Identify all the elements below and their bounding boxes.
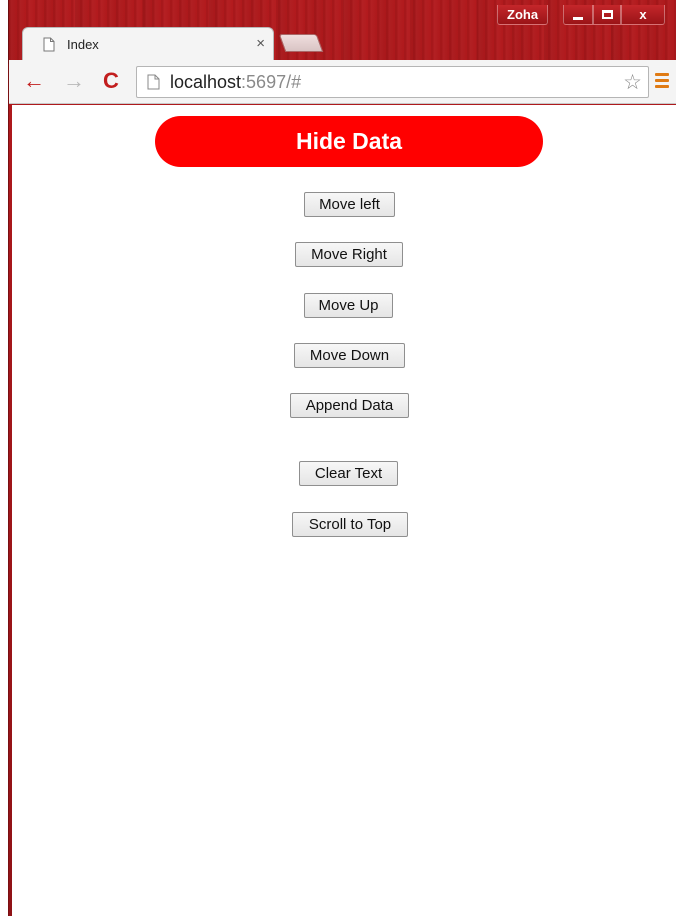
window-close-button[interactable]: x (621, 5, 665, 25)
scroll-to-top-button[interactable]: Scroll to Top (292, 512, 408, 537)
url-port-path: :5697/# (241, 72, 302, 92)
append-data-button[interactable]: Append Data (290, 393, 409, 418)
tab-close-icon[interactable]: × (256, 35, 265, 52)
reload-icon[interactable]: C (103, 68, 119, 94)
browser-toolbar: ← → C localhost:5697/# ☆ (9, 60, 676, 104)
chrome-menu-icon[interactable] (655, 73, 669, 91)
forward-arrow-icon[interactable]: → (63, 68, 85, 94)
clear-text-button[interactable]: Clear Text (299, 461, 398, 486)
page-icon (43, 37, 55, 52)
minimize-icon (573, 17, 583, 20)
url-text[interactable]: localhost:5697/# (170, 72, 301, 93)
maximize-button[interactable] (593, 5, 621, 25)
close-icon: x (639, 7, 647, 22)
back-arrow-icon[interactable]: ← (23, 68, 45, 94)
minimize-button[interactable] (563, 5, 593, 25)
url-host: localhost (170, 72, 242, 92)
hide-data-button[interactable]: Hide Data (155, 116, 543, 167)
move-up-button[interactable]: Move Up (304, 293, 393, 318)
address-bar[interactable]: localhost:5697/# ☆ (136, 66, 649, 98)
move-down-button[interactable]: Move Down (294, 343, 405, 368)
page-icon (147, 74, 160, 90)
page-viewport: Hide Data Move left Move Right Move Up M… (12, 105, 676, 916)
move-left-button[interactable]: Move left (304, 192, 395, 217)
new-tab-button[interactable] (278, 34, 324, 52)
bookmark-star-icon[interactable]: ☆ (623, 70, 642, 95)
profile-name-badge[interactable]: Zoha (497, 5, 549, 25)
tab-title: Index (67, 37, 99, 52)
maximize-icon (601, 10, 613, 19)
move-right-button[interactable]: Move Right (295, 242, 403, 267)
tab-index[interactable]: Index × (22, 27, 274, 60)
